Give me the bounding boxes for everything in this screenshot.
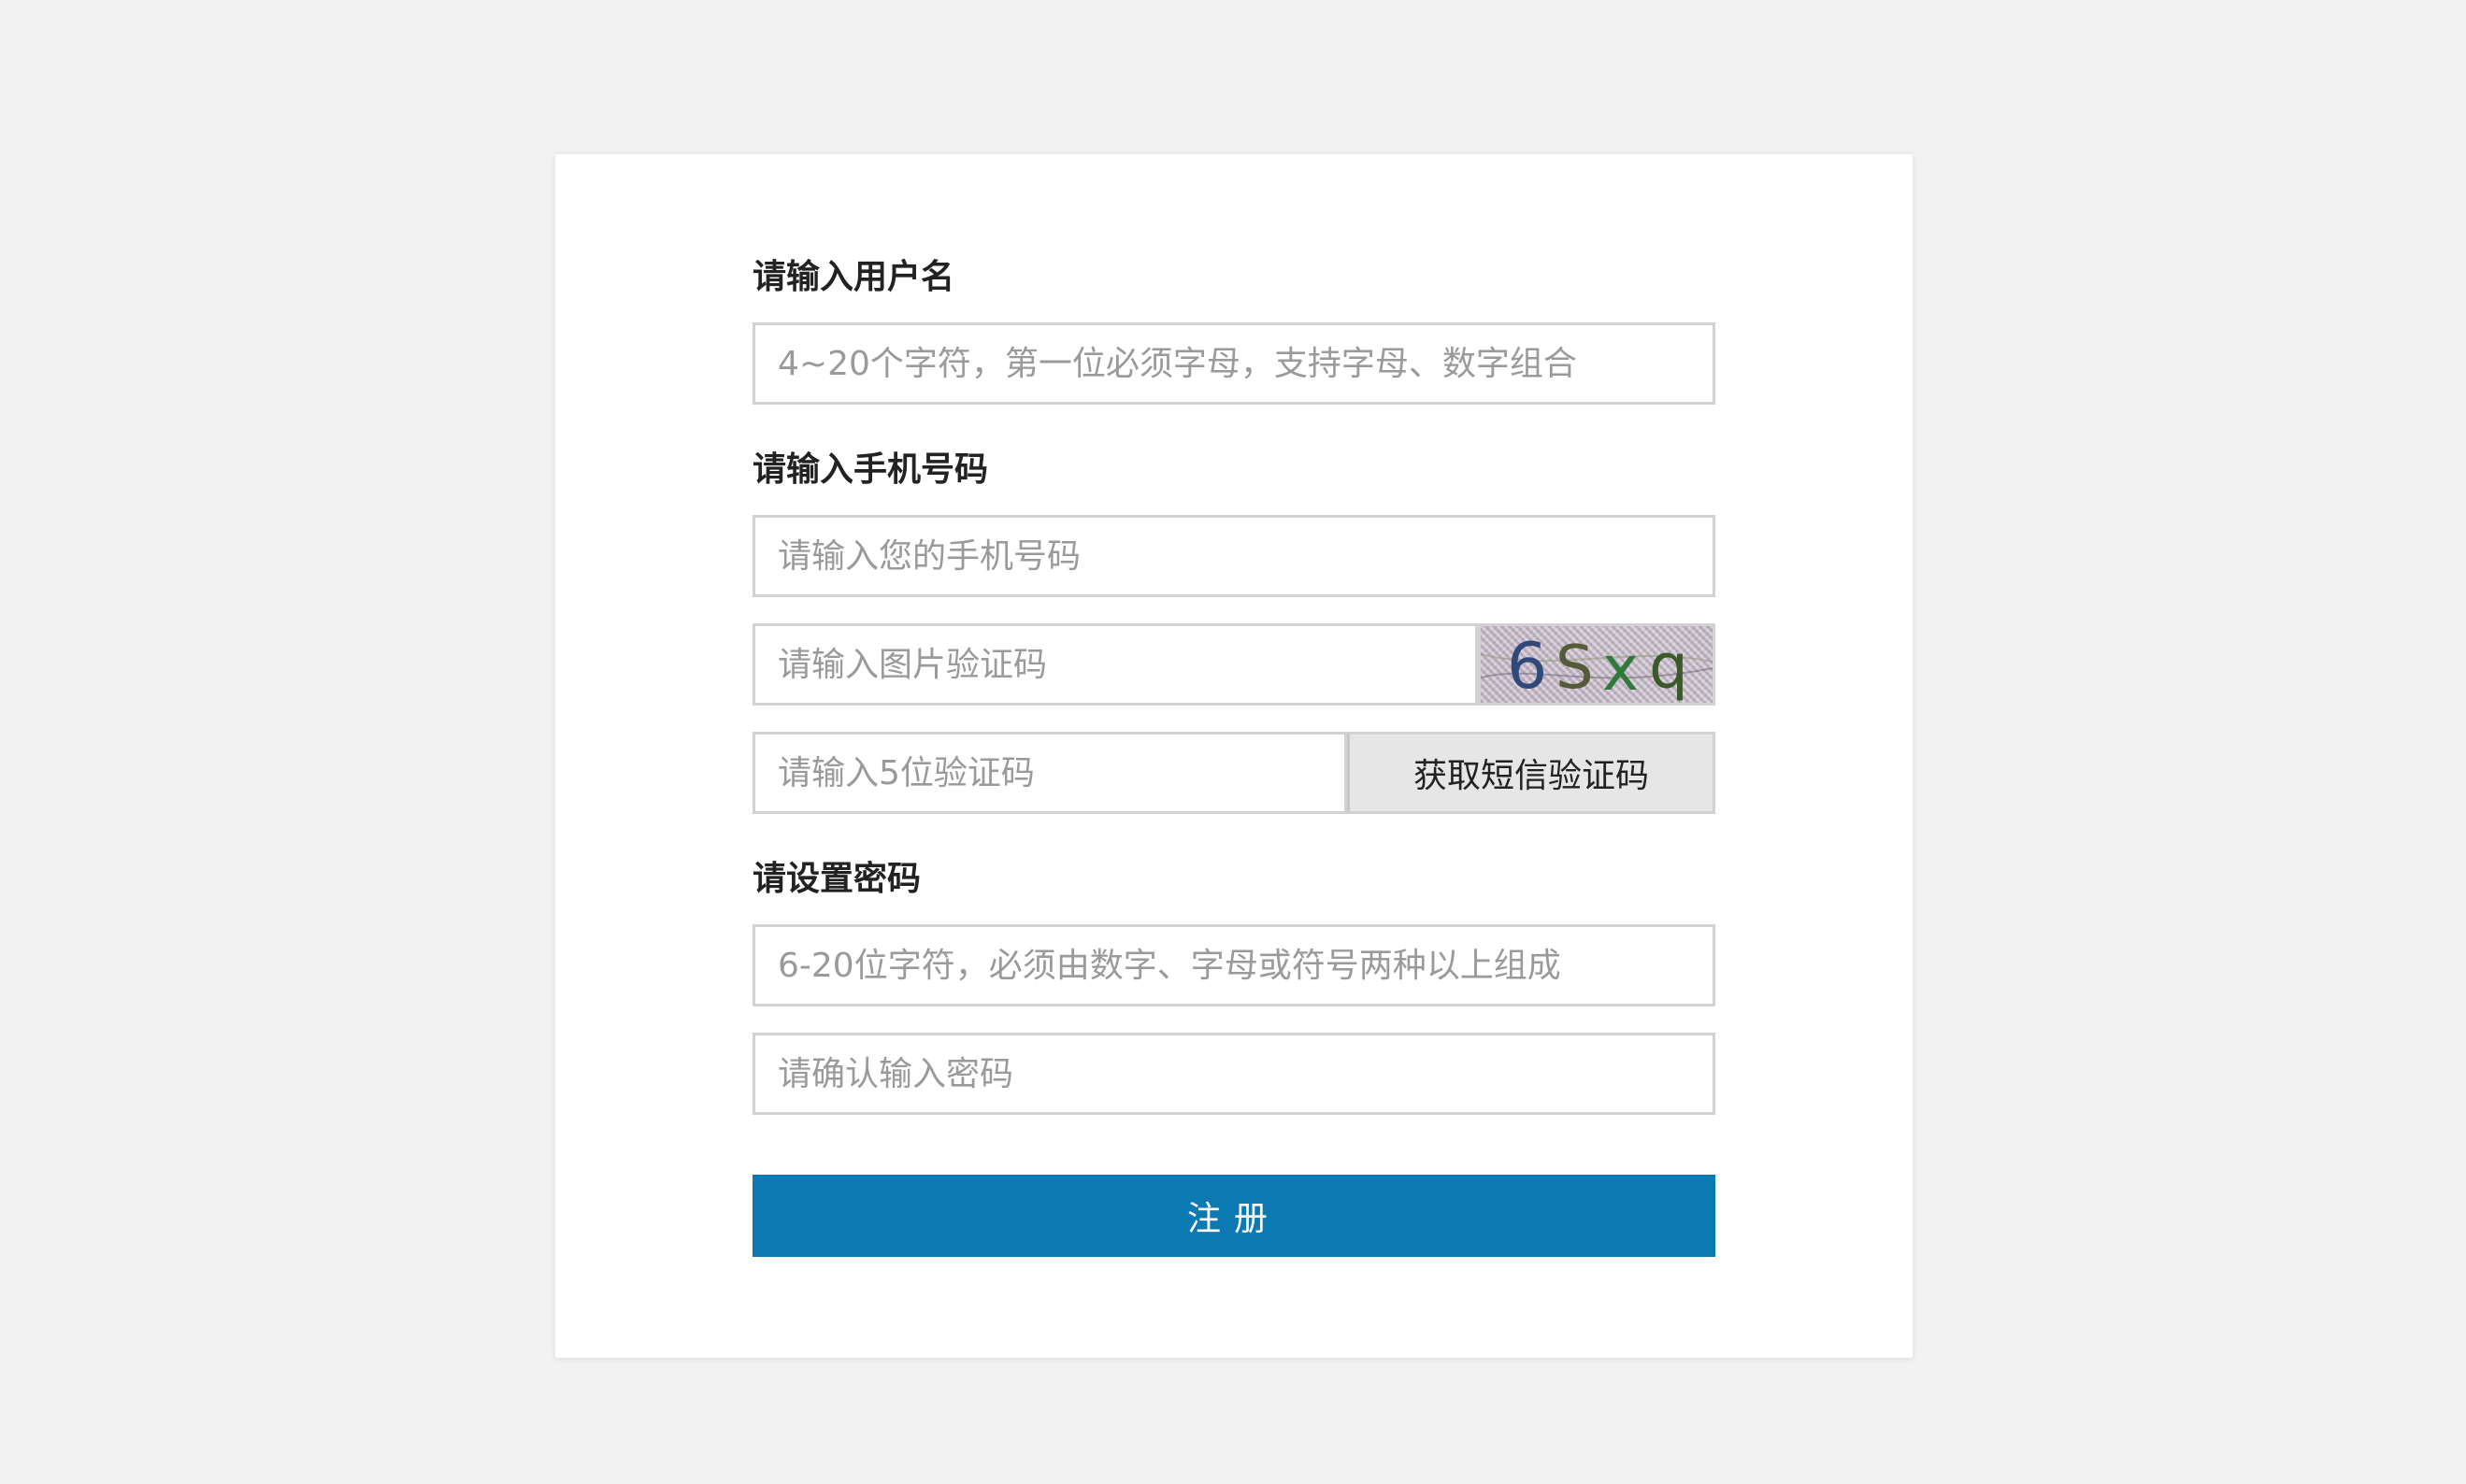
username-field (753, 322, 1715, 405)
phone-field (753, 515, 1715, 597)
username-input[interactable] (755, 325, 1713, 402)
password-input[interactable] (755, 927, 1713, 1004)
get-sms-code-button[interactable]: 获取短信验证码 (1347, 732, 1715, 814)
password-field (753, 924, 1715, 1006)
register-button[interactable]: 注册 (753, 1175, 1715, 1257)
phone-input[interactable] (755, 518, 1713, 594)
username-label: 请输入用户名 (753, 258, 955, 296)
captcha-char-4: q (1649, 631, 1688, 703)
password-label: 请设置密码 (753, 860, 922, 898)
register-card: 请输入用户名 请输入手机号码 6 S x q 获取短信验证码 请设置密码 (555, 154, 1913, 1358)
sms-code-input[interactable] (755, 735, 1344, 811)
captcha-char-1: 6 (1507, 630, 1547, 703)
captcha-char-2: S (1556, 634, 1594, 703)
captcha-input[interactable] (755, 626, 1475, 703)
captcha-char-3: x (1602, 633, 1639, 703)
confirm-password-input[interactable] (755, 1035, 1713, 1112)
captcha-graphic: 6 S x q (1481, 630, 1713, 703)
sms-code-field (753, 732, 1347, 814)
captcha-field (753, 623, 1478, 706)
confirm-password-field (753, 1033, 1715, 1115)
phone-label: 请输入手机号码 (753, 450, 989, 489)
captcha-image[interactable]: 6 S x q (1478, 623, 1715, 706)
